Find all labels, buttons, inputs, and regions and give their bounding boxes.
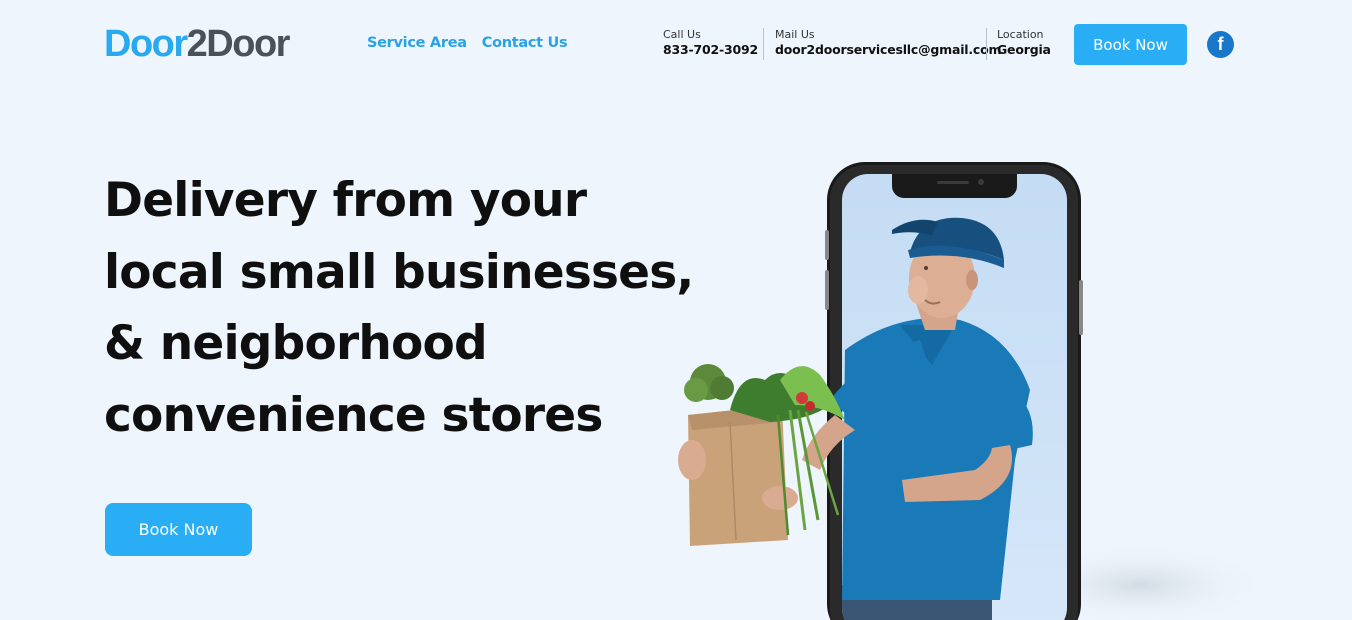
mail-label: Mail Us (775, 28, 815, 41)
main-nav: Service Area Contact Us (367, 35, 568, 51)
hero-line: & neigborhood (104, 316, 488, 371)
location-info: Location Georgia (997, 28, 1051, 58)
location-value: Georgia (997, 42, 1051, 57)
hero-line: Delivery from your (104, 173, 587, 228)
call-value[interactable]: 833-702-3092 (663, 42, 758, 58)
book-now-hero-button[interactable]: Book Now (105, 503, 252, 556)
delivery-phone-image (678, 162, 1270, 620)
divider (986, 28, 987, 60)
divider (763, 28, 764, 60)
book-now-header-button[interactable]: Book Now (1074, 24, 1187, 65)
mail-value[interactable]: door2doorservicesllc@gmail.com (775, 42, 1002, 58)
location-label: Location (997, 28, 1044, 41)
hero-line: convenience stores (104, 387, 603, 443)
logo-part-2door: 2Door (186, 23, 291, 65)
hero-title: Delivery from your local small businesse… (104, 165, 694, 451)
logo-part-door: Door (104, 23, 188, 65)
logo[interactable]: Door2Door (104, 22, 291, 66)
call-info: Call Us 833-702-3092 (663, 28, 758, 58)
mail-info: Mail Us door2doorservicesllc@gmail.com (775, 28, 1002, 58)
nav-service-area[interactable]: Service Area (367, 35, 467, 51)
hero-line: local small businesses, (104, 244, 694, 300)
nav-contact-us[interactable]: Contact Us (482, 35, 568, 51)
facebook-icon[interactable]: f (1207, 31, 1234, 58)
call-label: Call Us (663, 28, 701, 41)
hero-illustration (670, 160, 1270, 620)
